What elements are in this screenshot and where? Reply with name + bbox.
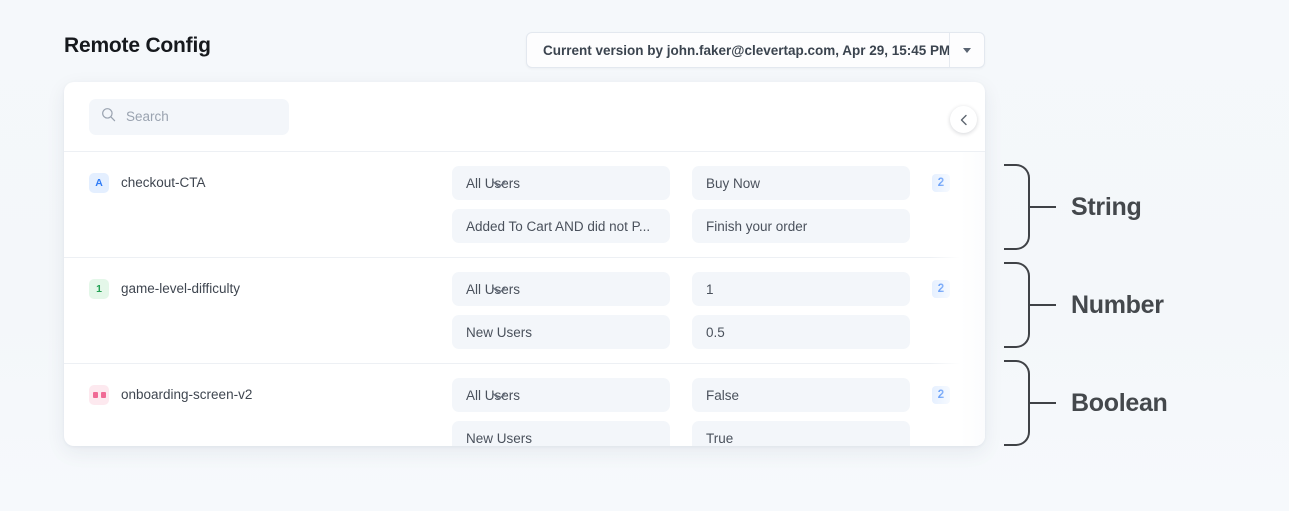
count-spacer [932,323,950,341]
toggle-dots-glyph [92,392,106,398]
annotation-label: Number [1071,290,1164,319]
config-key-label: game-level-difficulty [121,281,241,296]
page-title: Remote Config [64,34,211,57]
table-row[interactable]: onboarding-screen-v2 All Users False 2 N… [64,364,985,446]
bracket-tick [1030,304,1056,306]
config-name-cell: onboarding-screen-v2 [89,378,452,446]
count-spacer [932,217,950,235]
bracket-tick [1030,206,1056,208]
variant-value[interactable]: True [692,421,910,446]
config-key-label: onboarding-screen-v2 [121,387,253,402]
digit-one-icon: 1 [89,279,109,299]
variant-row: New Users 0.5 [452,315,950,349]
letter-a-icon: A [89,173,109,193]
row-expand-chevron-down-icon[interactable] [491,282,507,294]
variant-value[interactable]: 0.5 [692,315,910,349]
bracket-shape [1004,164,1056,250]
chevron-down-icon [963,47,971,53]
row-expand-chevron-down-icon[interactable] [491,388,507,400]
variant-row: All Users Buy Now 2 [452,166,950,200]
annotation-string: String [1004,164,1142,250]
bracket-curve [1004,360,1030,446]
variant-row: All Users 1 2 [452,272,950,306]
config-name-cell: A checkout-CTA [89,166,452,243]
variant-condition[interactable]: Added To Cart AND did not P... [452,209,670,243]
collapse-panel-button[interactable] [950,106,977,133]
config-rows: A checkout-CTA All Users Buy Now 2 Added… [64,152,985,446]
variant-condition[interactable]: All Users [452,378,670,412]
variant-count-badge: 2 [932,174,950,192]
bracket-shape [1004,262,1056,348]
bracket-tick [1030,402,1056,404]
variant-value[interactable]: False [692,378,910,412]
version-selector-caret-button[interactable] [950,33,984,67]
annotation-label: String [1071,192,1142,221]
bracket-curve [1004,164,1030,250]
version-selector-label: Current version by john.faker@clevertap.… [543,42,949,58]
bracket-shape [1004,360,1056,446]
variant-row: All Users False 2 [452,378,950,412]
variant-condition[interactable]: New Users [452,421,670,446]
toggle-dots-icon [89,385,109,405]
row-expand-chevron-down-icon[interactable] [491,176,507,188]
count-spacer [932,429,950,446]
search-input-placeholder: Search [126,109,169,124]
config-variants: All Users Buy Now 2 Added To Cart AND di… [452,166,950,243]
config-key-label: checkout-CTA [121,175,206,190]
config-variants: All Users 1 2 New Users 0.5 [452,272,950,349]
variant-row: New Users True [452,421,950,446]
annotation-label: Boolean [1071,388,1168,417]
variant-condition[interactable]: New Users [452,315,670,349]
variant-row: Added To Cart AND did not P... Finish yo… [452,209,950,243]
variant-value[interactable]: Buy Now [692,166,910,200]
chevron-left-icon [960,114,967,125]
table-row[interactable]: A checkout-CTA All Users Buy Now 2 Added… [64,152,985,258]
variant-value[interactable]: 1 [692,272,910,306]
variant-count-badge: 2 [932,280,950,298]
bracket-curve [1004,262,1030,348]
table-row[interactable]: 1 game-level-difficulty All Users 1 2 Ne… [64,258,985,364]
remote-config-page: Remote Config Current version by john.fa… [0,0,1289,511]
search-icon [101,107,116,127]
variant-condition[interactable]: All Users [452,166,670,200]
annotation-boolean: Boolean [1004,360,1168,446]
config-variants: All Users False 2 New Users True [452,378,950,446]
search-row: Search [64,82,985,152]
config-name-cell: 1 game-level-difficulty [89,272,452,349]
search-input-wrapper[interactable]: Search [89,98,289,135]
config-card: Search A checkout-CTA All Users Buy Now … [64,82,985,446]
variant-condition[interactable]: All Users [452,272,670,306]
annotation-number: Number [1004,262,1164,348]
variant-value[interactable]: Finish your order [692,209,910,243]
version-selector[interactable]: Current version by john.faker@clevertap.… [526,32,985,68]
variant-count-badge: 2 [932,386,950,404]
